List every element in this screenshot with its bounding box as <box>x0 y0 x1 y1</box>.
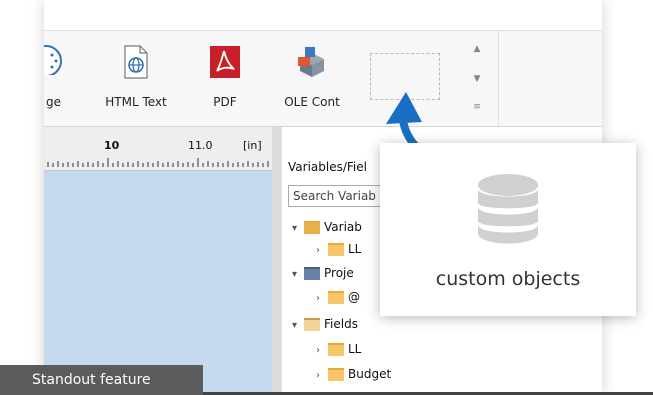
tree-item-label: Proje <box>324 266 354 280</box>
folder-icon <box>328 291 344 304</box>
project-icon <box>304 267 320 280</box>
fields-icon <box>304 318 320 331</box>
ribbon-button-label: HTML Text <box>105 95 167 109</box>
ruler-mark: 10 <box>104 139 120 152</box>
tree-item-label: @ <box>348 290 360 304</box>
ribbon-button-ole-container[interactable]: OLE Cont <box>280 45 344 121</box>
pdf-icon <box>209 45 241 83</box>
custom-objects-callout: custom objects <box>380 143 636 316</box>
folder-icon <box>328 368 344 381</box>
chevron-right-icon[interactable]: › <box>316 342 328 360</box>
chevron-right-icon[interactable]: › <box>316 290 328 308</box>
ruler-unit: [in] <box>243 139 262 152</box>
tree-item-label: Fields <box>324 317 358 331</box>
scroll-up-icon[interactable]: ▲ <box>471 43 483 55</box>
tree-item-label: Variab <box>324 220 362 234</box>
chevron-down-icon[interactable]: ▾ <box>292 220 304 238</box>
expand-gallery-icon[interactable]: ≡ <box>471 101 483 113</box>
ribbon-button-label: OLE Cont <box>284 95 340 109</box>
image-circle-icon <box>44 45 66 79</box>
ribbon-button-label: PDF <box>213 95 237 109</box>
callout-label: custom objects <box>435 268 581 290</box>
tree-item-budget[interactable]: › Budget <box>316 365 391 383</box>
html-globe-icon <box>122 45 150 83</box>
title-bar <box>44 0 602 31</box>
tree-item-ll[interactable]: › LL <box>316 340 361 358</box>
ribbon-gallery-scroller[interactable]: ▲ ▼ ≡ <box>467 39 489 120</box>
ribbon-button-pdf[interactable]: PDF <box>202 45 248 121</box>
tree-item-project[interactable]: ▾ Proje <box>292 264 354 282</box>
tree-item-label: LL <box>348 242 362 256</box>
ribbon-separator <box>498 31 499 126</box>
ribbon-button-label: ge <box>46 95 61 109</box>
chevron-down-icon[interactable]: ▾ <box>292 266 304 284</box>
search-input[interactable]: Search Variab <box>288 185 388 207</box>
database-icon <box>475 173 541 249</box>
ribbon: ge HTML Text PDF OLE Cont ▲ ▼ ≡ <box>44 31 602 127</box>
ribbon-button-html-text[interactable]: HTML Text <box>96 45 176 121</box>
tree-item-label: Budget <box>348 367 392 381</box>
tree-item-fields[interactable]: ▾ Fields <box>292 315 358 333</box>
chevron-right-icon[interactable]: › <box>316 367 328 385</box>
ruler-ticks <box>47 158 269 167</box>
folder-icon <box>328 343 344 356</box>
chevron-right-icon[interactable]: › <box>316 242 328 260</box>
ole-container-icon <box>294 45 330 83</box>
tree-item-at[interactable]: › @ <box>316 288 360 306</box>
chevron-down-icon[interactable]: ▾ <box>292 317 304 335</box>
scroll-down-icon[interactable]: ▼ <box>471 73 483 85</box>
standout-feature-badge: Standout feature <box>0 365 203 395</box>
ribbon-button-image[interactable]: ge <box>44 45 74 121</box>
panel-splitter[interactable] <box>272 127 282 395</box>
variables-icon <box>304 221 320 234</box>
tree-item-label: LL <box>348 342 362 356</box>
tree-item-ll[interactable]: › LL <box>316 240 361 258</box>
ruler-mark: 11.0 <box>188 139 213 152</box>
folder-icon <box>328 243 344 256</box>
panel-title: Variables/Fiel <box>288 160 367 174</box>
horizontal-ruler: 10 11.0 [in] <box>44 127 272 171</box>
tree-item-variables[interactable]: ▾ Variab <box>292 218 362 236</box>
